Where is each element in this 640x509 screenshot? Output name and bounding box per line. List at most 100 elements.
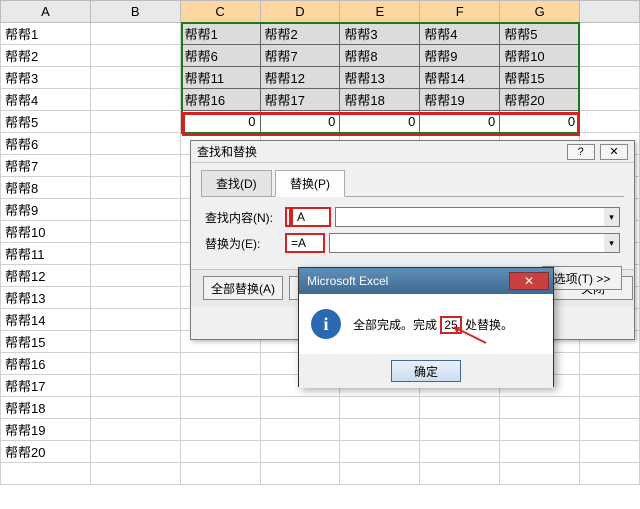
col-header-D[interactable]: D [260, 1, 340, 23]
cell[interactable] [260, 463, 340, 485]
cell[interactable]: 帮帮13 [340, 67, 420, 89]
cell[interactable] [580, 111, 640, 133]
cell[interactable]: 帮帮15 [1, 331, 91, 353]
cell[interactable]: 帮帮14 [1, 309, 91, 331]
cell[interactable] [180, 375, 260, 397]
cell[interactable]: 0 [340, 111, 420, 133]
replace-all-button[interactable]: 全部替换(A) [203, 276, 283, 300]
cell[interactable] [90, 89, 180, 111]
cell[interactable] [180, 419, 260, 441]
cell[interactable]: 帮帮7 [1, 155, 91, 177]
col-header-extra[interactable] [580, 1, 640, 23]
cell[interactable] [580, 463, 640, 485]
cell[interactable] [180, 353, 260, 375]
cell[interactable] [580, 397, 640, 419]
cell[interactable] [580, 419, 640, 441]
cell[interactable]: 帮帮12 [1, 265, 91, 287]
dialog-titlebar[interactable]: 查找和替换 ? ✕ [191, 141, 634, 163]
cell[interactable]: 帮帮13 [1, 287, 91, 309]
cell[interactable] [580, 89, 640, 111]
cell[interactable]: 帮帮11 [1, 243, 91, 265]
cell[interactable] [500, 463, 580, 485]
cell[interactable] [260, 441, 340, 463]
cell[interactable]: 帮帮10 [500, 45, 580, 67]
cell[interactable] [90, 67, 180, 89]
close-icon[interactable]: ✕ [600, 144, 628, 160]
cell[interactable]: 帮帮11 [180, 67, 260, 89]
cell[interactable]: 帮帮4 [1, 89, 91, 111]
find-input-ext[interactable] [335, 207, 620, 227]
cell[interactable] [420, 419, 500, 441]
cell[interactable] [90, 353, 180, 375]
find-dropdown-icon[interactable]: ▾ [604, 207, 620, 227]
cell[interactable] [500, 419, 580, 441]
cell[interactable]: 帮帮8 [1, 177, 91, 199]
col-header-A[interactable]: A [1, 1, 91, 23]
replace-dropdown-icon[interactable]: ▾ [604, 233, 620, 253]
cell[interactable]: 0 [180, 111, 260, 133]
cell[interactable]: 0 [260, 111, 340, 133]
cell[interactable] [580, 353, 640, 375]
cell[interactable] [340, 419, 420, 441]
cell[interactable]: 帮帮9 [420, 45, 500, 67]
cell[interactable]: 帮帮19 [1, 419, 91, 441]
cell[interactable] [580, 375, 640, 397]
msgbox-close-icon[interactable]: ✕ [509, 272, 549, 290]
cell[interactable]: 帮帮17 [260, 89, 340, 111]
cell[interactable]: 帮帮1 [180, 23, 260, 45]
cell[interactable] [420, 441, 500, 463]
cell[interactable] [180, 397, 260, 419]
cell[interactable] [260, 419, 340, 441]
cell[interactable] [260, 397, 340, 419]
cell[interactable] [340, 441, 420, 463]
cell[interactable]: 帮帮6 [180, 45, 260, 67]
cell[interactable]: 帮帮7 [260, 45, 340, 67]
cell[interactable] [90, 155, 180, 177]
cell[interactable] [500, 441, 580, 463]
cell[interactable]: 0 [420, 111, 500, 133]
col-header-E[interactable]: E [340, 1, 420, 23]
cell[interactable]: 帮帮19 [420, 89, 500, 111]
cell[interactable]: 0 [500, 111, 580, 133]
cell[interactable] [90, 265, 180, 287]
cell[interactable] [90, 23, 180, 45]
cell[interactable]: 帮帮5 [500, 23, 580, 45]
cell[interactable] [340, 397, 420, 419]
col-header-G[interactable]: G [500, 1, 580, 23]
cell[interactable]: 帮帮5 [1, 111, 91, 133]
cell[interactable]: 帮帮3 [1, 67, 91, 89]
cell[interactable]: 帮帮3 [340, 23, 420, 45]
cell[interactable] [90, 243, 180, 265]
cell[interactable]: 帮帮17 [1, 375, 91, 397]
cell[interactable] [90, 221, 180, 243]
cell[interactable] [90, 133, 180, 155]
cell[interactable]: 帮帮4 [420, 23, 500, 45]
cell[interactable]: 帮帮1 [1, 23, 91, 45]
cell[interactable]: 帮帮18 [340, 89, 420, 111]
help-icon[interactable]: ? [567, 144, 595, 160]
cell[interactable]: 帮帮9 [1, 199, 91, 221]
options-button[interactable]: 选项(T) >> [542, 266, 622, 290]
cell[interactable]: 帮帮15 [500, 67, 580, 89]
cell[interactable] [90, 45, 180, 67]
cell[interactable] [180, 463, 260, 485]
cell[interactable] [90, 309, 180, 331]
cell[interactable] [420, 397, 500, 419]
col-header-B[interactable]: B [90, 1, 180, 23]
find-input[interactable] [291, 207, 331, 227]
cell[interactable]: 帮帮2 [1, 45, 91, 67]
cell[interactable] [580, 67, 640, 89]
replace-input-ext[interactable] [329, 233, 620, 253]
cell[interactable]: 帮帮10 [1, 221, 91, 243]
ok-button[interactable]: 确定 [391, 360, 461, 382]
cell[interactable]: 帮帮18 [1, 397, 91, 419]
msgbox-titlebar[interactable]: Microsoft Excel ✕ [299, 268, 553, 294]
cell[interactable] [90, 331, 180, 353]
cell[interactable] [500, 397, 580, 419]
cell[interactable] [90, 419, 180, 441]
cell[interactable] [180, 441, 260, 463]
cell[interactable] [580, 441, 640, 463]
cell[interactable] [580, 23, 640, 45]
cell[interactable] [90, 111, 180, 133]
cell[interactable] [90, 287, 180, 309]
